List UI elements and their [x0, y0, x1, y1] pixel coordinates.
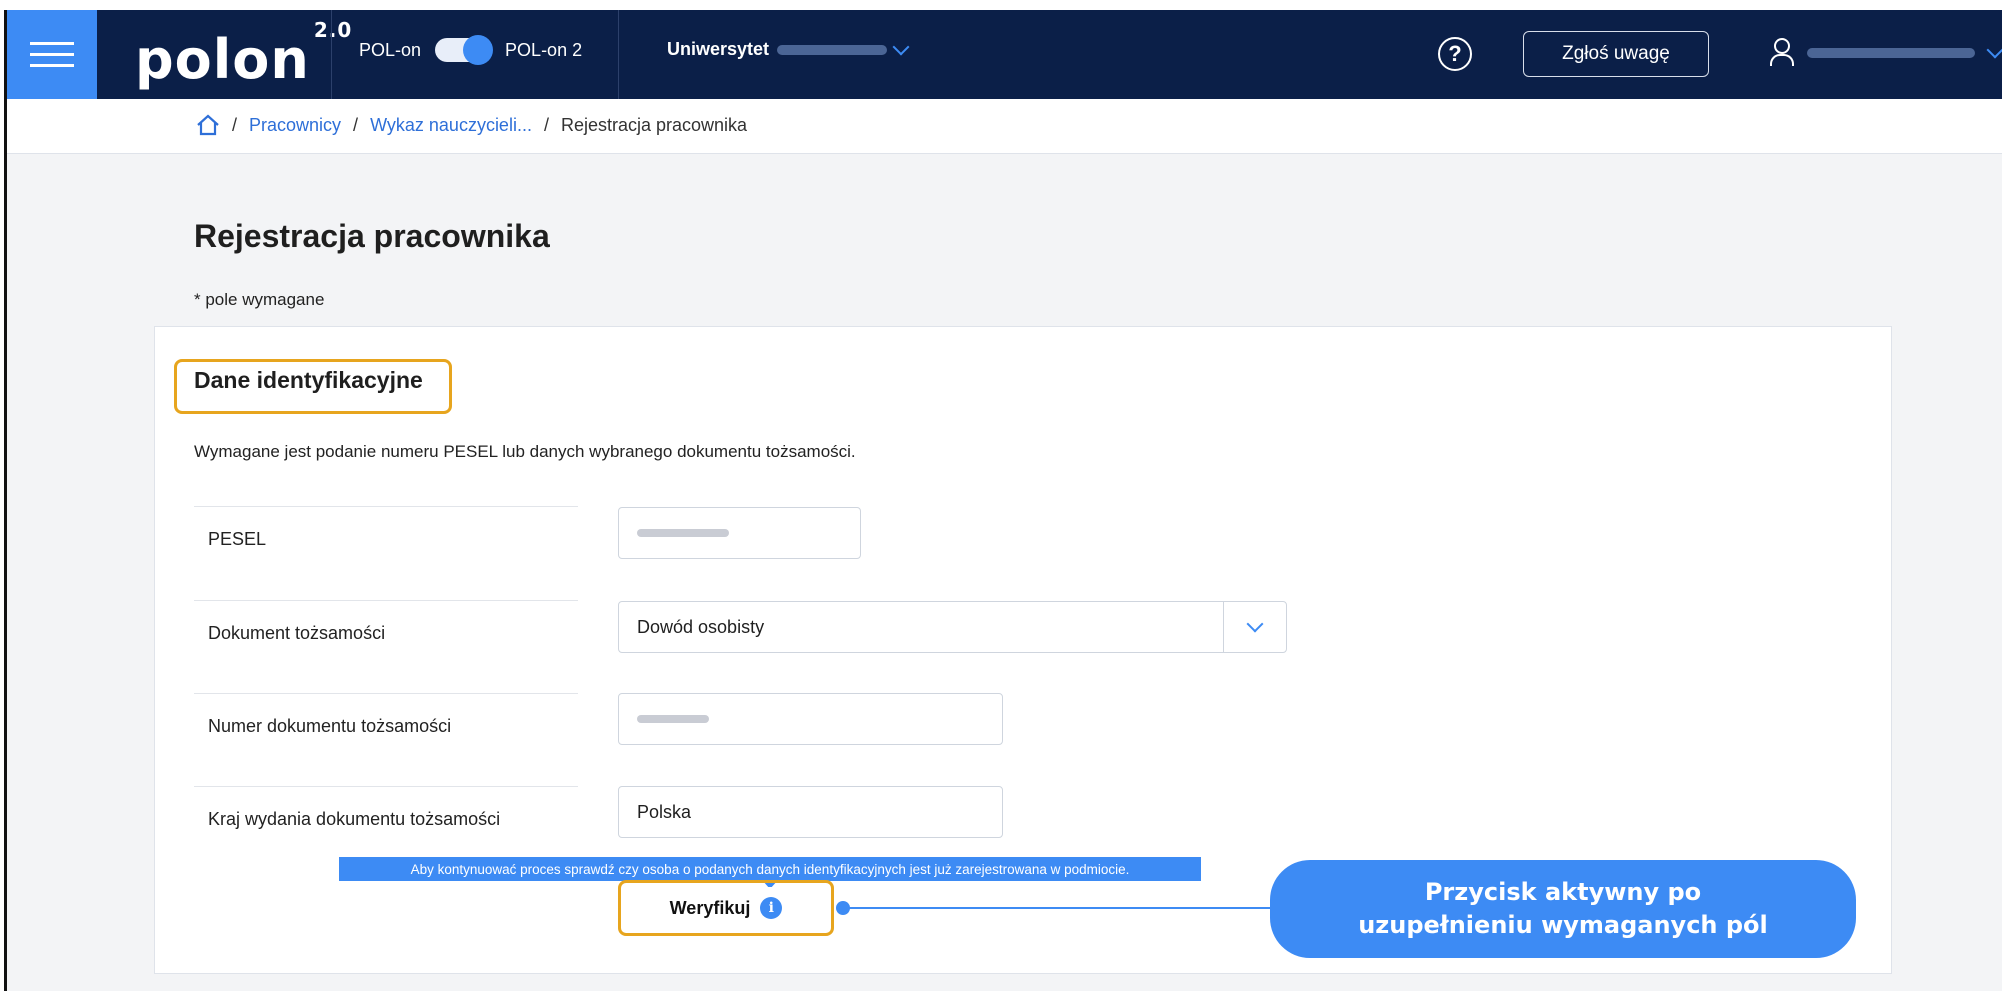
select-toggle[interactable] — [1223, 602, 1286, 652]
callout-text: Przycisk aktywny po uzupełnieniu wymagan… — [1358, 878, 1768, 939]
verify-button-label: Weryfikuj — [669, 897, 751, 918]
row-divider — [194, 786, 578, 787]
breadcrumb-link-pracownicy[interactable]: Pracownicy — [249, 115, 341, 136]
breadcrumb-separator: / — [543, 114, 549, 135]
issuing-country-value: Polska — [637, 801, 692, 822]
university-label: Uniwersytet — [667, 39, 770, 59]
issuing-country-label: Kraj wydania dokumentu tożsamości — [208, 809, 501, 829]
annotation-callout: Przycisk aktywny po uzupełnieniu wymagan… — [1270, 860, 1856, 958]
redacted-pesel-value — [637, 529, 729, 537]
required-note: * pole wymagane — [194, 290, 325, 309]
document-type-label: Dokument tożsamości — [208, 623, 386, 643]
report-issue-button[interactable]: Zgłoś uwagę — [1523, 31, 1709, 77]
breadcrumb: / Pracownicy / Wykaz nauczycieli... / Re… — [196, 114, 747, 136]
document-type-select[interactable]: Dowód osobisty — [618, 601, 1287, 653]
university-selector[interactable]: Uniwersytet — [667, 38, 910, 60]
verify-tooltip: Aby kontynuować proces sprawdź czy osoba… — [339, 857, 1201, 881]
header-divider — [331, 10, 332, 99]
user-menu[interactable] — [1769, 38, 2002, 68]
row-divider — [194, 506, 578, 507]
row-divider — [194, 600, 578, 601]
menu-button[interactable] — [7, 10, 97, 99]
document-type-value: Dowód osobisty — [637, 616, 765, 637]
row-divider — [194, 693, 578, 694]
pesel-input[interactable] — [618, 507, 861, 559]
version-switch[interactable] — [435, 35, 494, 65]
section-instruction: Wymagane jest podanie numeru PESEL lub d… — [194, 442, 856, 461]
verify-button[interactable]: Weryfikuj i — [627, 887, 825, 929]
chevron-down-icon — [1986, 41, 2002, 59]
help-icon[interactable]: ? — [1438, 37, 1472, 71]
toggle-right-label: POL-on 2 — [505, 39, 583, 60]
breadcrumb-divider — [7, 153, 2002, 154]
header-divider — [618, 10, 619, 99]
chevron-down-icon — [1246, 615, 1264, 633]
logo-text: polon — [135, 28, 310, 91]
polon-logo[interactable]: polon 2.0 — [135, 18, 352, 91]
cropped-banner — [0, 0, 2002, 10]
document-number-label: Numer dokumentu tożsamości — [208, 716, 452, 736]
breadcrumb-link-wykaz[interactable]: Wykaz nauczycieli... — [370, 115, 532, 136]
breadcrumb-separator: / — [232, 114, 238, 135]
breadcrumb-separator: / — [353, 114, 359, 135]
redacted-document-number — [637, 715, 709, 723]
breadcrumb-current: Rejestracja pracownika — [560, 114, 748, 135]
redacted-university-name — [777, 44, 888, 55]
home-icon[interactable] — [196, 114, 220, 136]
pesel-label: PESEL — [208, 529, 267, 549]
version-toggle[interactable]: POL-on POL-on 2 — [359, 35, 583, 65]
chevron-down-icon — [892, 38, 910, 55]
document-number-input[interactable] — [618, 693, 1003, 745]
hamburger-icon — [30, 34, 74, 75]
logo-version: 2.0 — [313, 18, 353, 42]
user-icon — [1769, 38, 1794, 68]
info-icon[interactable]: i — [760, 897, 783, 919]
redacted-user-name — [1807, 48, 1975, 58]
toggle-left-label: POL-on — [359, 39, 422, 60]
top-navbar: polon 2.0 POL-on POL-on 2 Uniwersytet ? Z… — [7, 10, 2002, 99]
page-title: Rejestracja pracownika — [194, 218, 550, 254]
issuing-country-input[interactable]: Polska — [618, 786, 1003, 838]
section-title: Dane identyfikacyjne — [194, 367, 423, 393]
callout-connector-line — [848, 907, 1274, 909]
